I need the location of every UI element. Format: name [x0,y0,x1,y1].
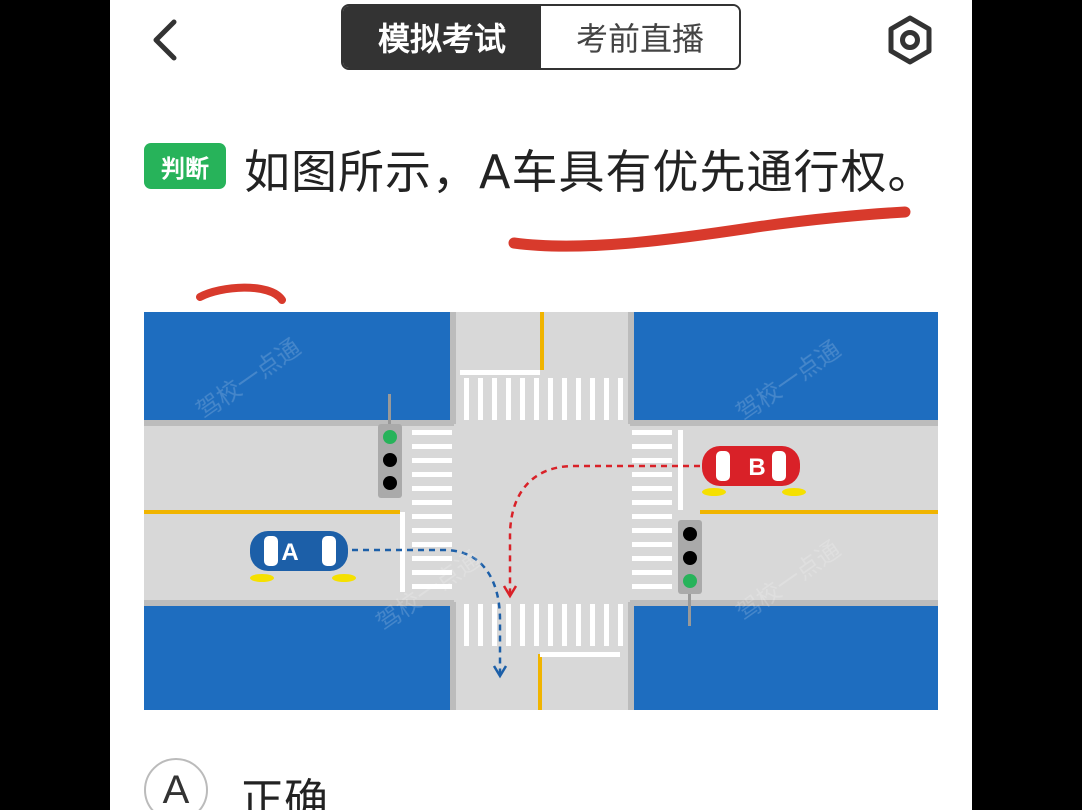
car-a-label: A [281,539,298,566]
question-text: 如图所示，A车具有优先通行权。 [244,145,935,199]
chevron-left-icon [153,19,177,61]
tab-pre-exam-live[interactable]: 考前直播 [541,6,739,68]
back-button[interactable] [148,18,188,62]
center-line [538,654,542,710]
hexagon-settings-icon [888,15,932,65]
underline-mark [508,206,911,252]
option-letter: A [144,758,208,810]
arc-mark [196,283,286,304]
car-b-label: B [748,454,765,481]
center-line [540,312,544,370]
center-line [144,510,400,514]
center-line [700,510,938,514]
intersection-diagram: A B 驾校一点通 驾校一点通 驾校一点通 驾校一点通 [144,312,938,710]
option-a[interactable]: A 正确 [144,758,644,810]
tab-mock-exam[interactable]: 模拟考试 [343,6,541,68]
mode-tab-switch: 模拟考试 考前直播 [341,4,741,70]
option-text: 正确 [240,775,328,810]
question-type-badge: 判断 [144,143,226,189]
settings-button[interactable] [886,15,934,65]
app-screen: 模拟考试 考前直播 如图所示，A车具有优先通行权。 判断 A B 驾校一点通 驾… [110,0,972,810]
